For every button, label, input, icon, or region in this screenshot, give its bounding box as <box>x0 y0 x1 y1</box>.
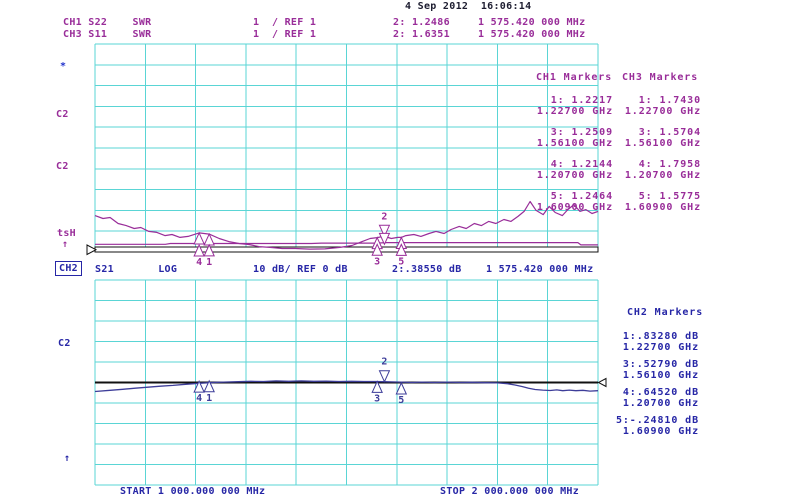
ch1-correction-label: C2 <box>56 109 69 120</box>
ch3-correction-label: C2 <box>56 161 69 172</box>
ch3-marker-readout: 2: 1.6351 <box>393 29 450 40</box>
ch1-header-label: CH1 S22 SWR <box>63 17 152 28</box>
ch2-active-channel-box: CH2 <box>55 261 82 276</box>
upper-reference-line <box>95 247 598 252</box>
upper-ref-arrow-icon: ↑ <box>62 239 68 250</box>
marker-entry: 3:.52790 dB 1.56100 GHz <box>576 359 699 381</box>
ch2-header-scale: 10 dB/ REF 0 dB <box>253 264 348 275</box>
marker-5-label: 5 <box>398 395 404 406</box>
marker-2-label: 2 <box>381 357 387 368</box>
marker-1-label: 1 <box>206 257 212 268</box>
ch3-markers-table: 1: 1.7430 1.22700 GHz 3: 1.5704 1.56100 G… <box>578 95 701 223</box>
vna-screen: 4123541235 4 Sep 2012 16:06:14 CH1 S22 S… <box>0 0 800 500</box>
ch2-marker-freq: 1 575.420 000 MHz <box>486 264 593 275</box>
ch2-markers-title: CH2 Markers <box>627 307 703 318</box>
ch3-markers-title: CH3 Markers <box>622 72 698 83</box>
marker-entry: 3: 1.5704 1.56100 GHz <box>578 127 701 149</box>
ch3-header-scale: 1 / REF 1 <box>253 29 316 40</box>
marker-3-label: 3 <box>374 256 380 267</box>
marker-entry: 1:.83280 dB 1.22700 GHz <box>576 331 699 353</box>
marker-4-label: 4 <box>196 257 202 268</box>
sweep-asterisk-indicator: * <box>60 61 66 72</box>
marker-3-label: 3 <box>374 393 380 404</box>
marker-entry: 5: 1.5775 1.60900 GHz <box>578 191 701 213</box>
marker-4-label: 4 <box>196 393 202 404</box>
marker-1-label: 1 <box>206 393 212 404</box>
ch1-marker-freq: 1 575.420 000 MHz <box>478 17 585 28</box>
start-frequency-label: START 1 000.000 000 MHz <box>120 486 265 497</box>
datetime: 4 Sep 2012 16:06:14 <box>405 1 531 12</box>
marker-entry: 1: 1.7430 1.22700 GHz <box>578 95 701 117</box>
marker-entry: 5:-.24810 dB 1.60900 GHz <box>576 415 699 437</box>
ch2-marker-readout: 2:.38550 dB <box>392 264 462 275</box>
ch1-marker-readout: 2: 1.2486 <box>393 17 450 28</box>
marker-5-triangle-icon <box>396 383 406 394</box>
ch3-header-label: CH3 S11 SWR <box>63 29 152 40</box>
stop-frequency-label: STOP 2 000.000 000 MHz <box>440 486 579 497</box>
lower-ref-arrow-icon: ↑ <box>64 453 70 464</box>
ch3-marker-freq: 1 575.420 000 MHz <box>478 29 585 40</box>
ch2-header-label: S21 LOG <box>95 264 177 275</box>
ch1-markers-title: CH1 Markers <box>536 72 612 83</box>
ch2-markers-table: 1:.83280 dB 1.22700 GHz 3:.52790 dB 1.561… <box>576 331 699 443</box>
marker-entry: 4: 1.7958 1.20700 GHz <box>578 159 701 181</box>
marker-2-triangle-icon <box>379 371 389 382</box>
marker-2-label: 2 <box>381 211 387 222</box>
marker-entry: 4:.64520 dB 1.20700 GHz <box>576 387 699 409</box>
ch2-correction-label: C2 <box>58 338 71 349</box>
tsh-status-label: tsH <box>57 228 76 239</box>
ch1-header-scale: 1 / REF 1 <box>253 17 316 28</box>
